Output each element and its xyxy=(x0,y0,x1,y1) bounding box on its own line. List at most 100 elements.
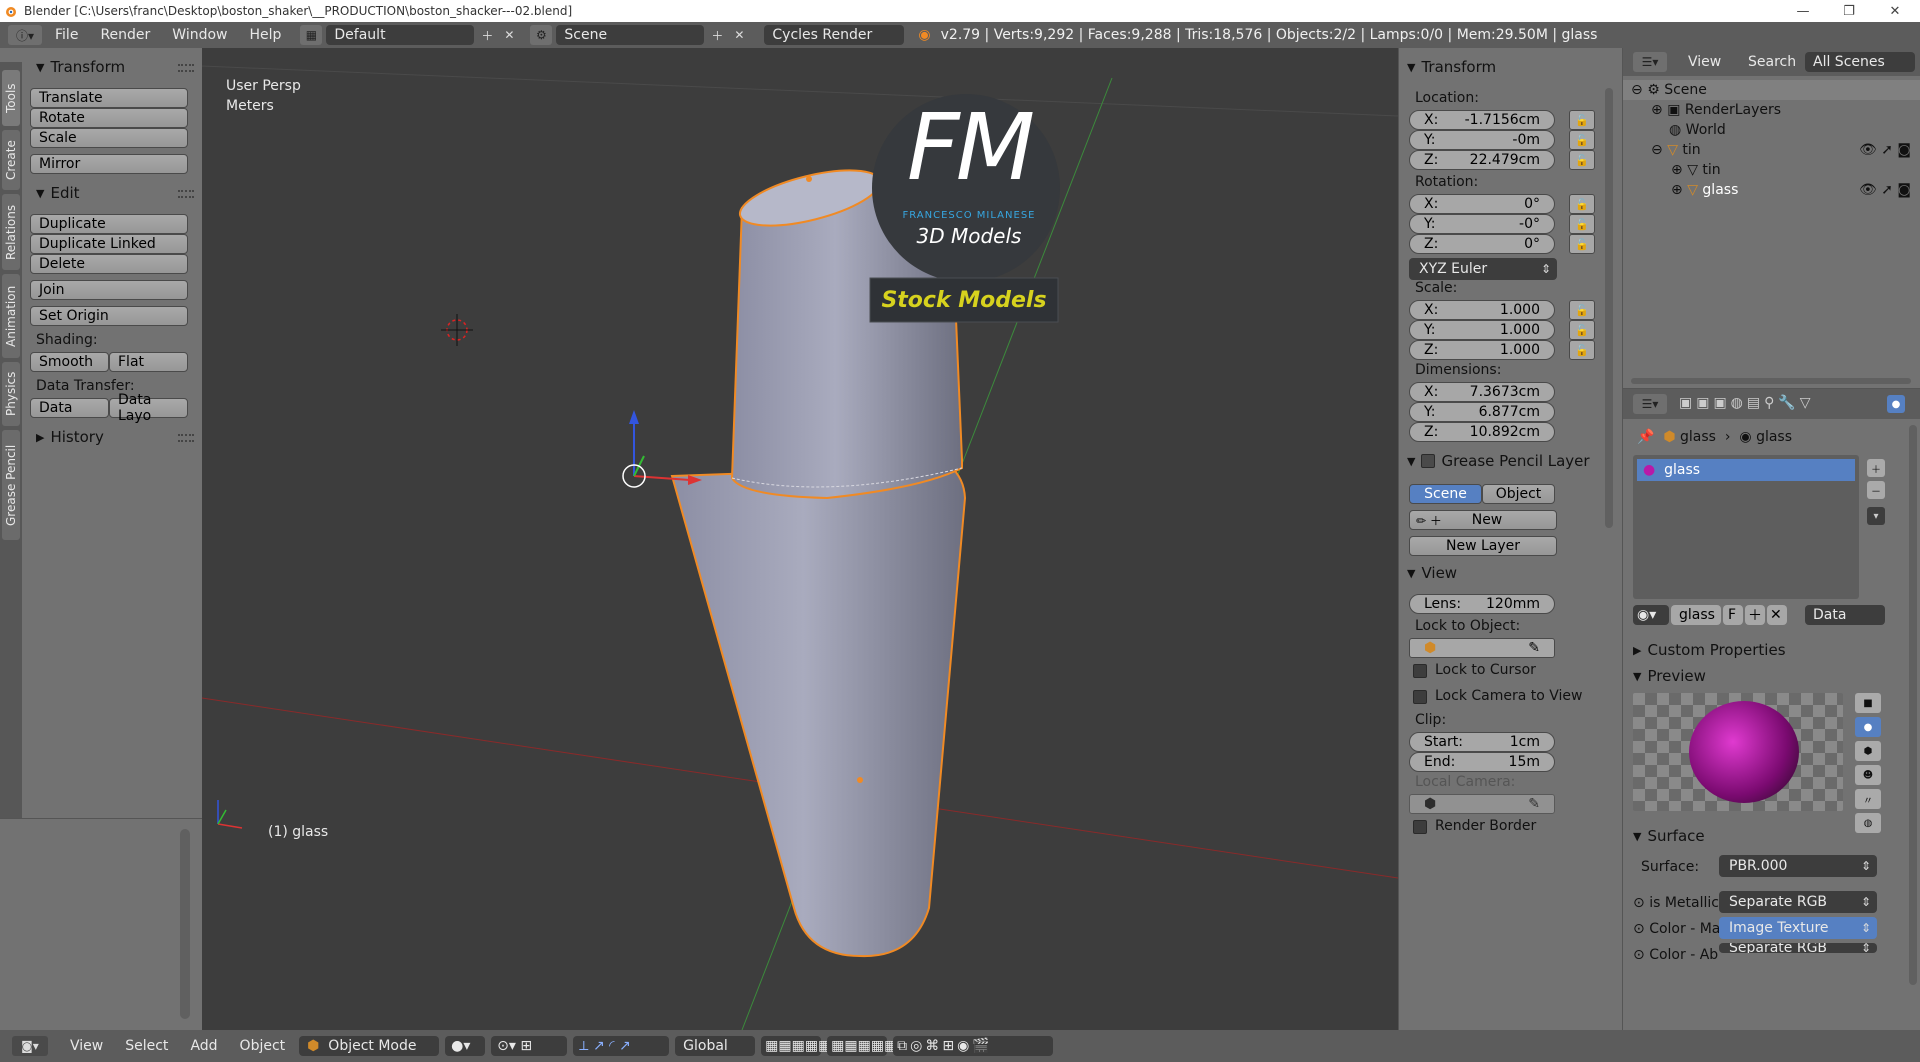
lock-icon[interactable]: 🔓 xyxy=(1569,194,1595,214)
tab-tools[interactable]: Tools xyxy=(2,70,20,126)
panel-preview-header[interactable]: ▼ Preview xyxy=(1633,667,1706,685)
menu-render[interactable]: Render xyxy=(91,27,159,43)
add-slot-icon[interactable]: ＋ xyxy=(1867,459,1885,477)
drag-grip-icon[interactable] xyxy=(178,64,194,72)
data-transfer-button[interactable]: Data xyxy=(30,398,109,418)
flat-button[interactable]: Flat xyxy=(109,352,188,372)
rotation-mode-select[interactable]: XYZ Euler xyxy=(1409,258,1557,280)
eyedropper-icon[interactable]: ✎ xyxy=(1436,640,1540,656)
properties-scrollbar[interactable] xyxy=(1909,425,1917,985)
outliner-item-scene[interactable]: ⊖ ⚙ Scene xyxy=(1623,80,1920,100)
tab-animation[interactable]: Animation xyxy=(2,274,20,358)
layers-grid-2[interactable]: ▦▦▦▦▦ xyxy=(827,1036,897,1056)
screen-layout-field[interactable]: Default xyxy=(326,25,475,45)
editor-type-info-icon[interactable]: ⓘ▾ xyxy=(8,25,42,45)
rotation-y-field[interactable]: Y: -0° xyxy=(1409,214,1555,234)
lens-field[interactable]: Lens: 120mm xyxy=(1409,594,1555,614)
outliner-item-tin-mesh[interactable]: ⊕ ▽ tin xyxy=(1623,160,1920,180)
transform-orientation-select[interactable]: Global xyxy=(675,1036,756,1056)
outliner-item-tin[interactable]: ⊖ ▽ tin 👁 ➚ ◙ xyxy=(1623,140,1920,160)
scale-x-field[interactable]: X: 1.000 xyxy=(1409,300,1555,320)
add-scene-icon[interactable]: ＋ xyxy=(708,25,726,45)
tin-mesh[interactable] xyxy=(670,464,967,958)
panel-history-header[interactable]: ▶ History xyxy=(36,428,104,446)
panel-custom-properties-header[interactable]: ▶ Custom Properties xyxy=(1633,641,1786,659)
set-origin-dropdown[interactable]: Set Origin xyxy=(30,306,188,326)
lock-icon[interactable]: 🔓 xyxy=(1569,320,1595,340)
smooth-button[interactable]: Smooth xyxy=(30,352,109,372)
panel-view-header[interactable]: ▼ View xyxy=(1407,564,1457,582)
pivot-snap-icons[interactable]: ⊙▾ ⊞ xyxy=(491,1036,568,1056)
mirror-button[interactable]: Mirror xyxy=(30,154,188,174)
translate-button[interactable]: Translate xyxy=(30,88,188,108)
manipulator-icons[interactable]: ⟂ ↗ ◜ ↗ xyxy=(573,1036,670,1056)
new-layer-button[interactable]: New Layer xyxy=(1409,536,1557,556)
panel-transform-header[interactable]: ▼ Transform xyxy=(36,58,125,76)
material-name-field[interactable]: glass xyxy=(1671,605,1721,625)
material-browse-icon[interactable]: ◉▾ xyxy=(1633,605,1669,625)
context-tabs[interactable]: ▣▣▣◍▤⚲🔧▽ xyxy=(1679,395,1815,411)
outliner-item-renderlayers[interactable]: ⊕ ▣ RenderLayers xyxy=(1623,100,1920,120)
menu-select[interactable]: Select xyxy=(117,1038,176,1054)
expand-icon[interactable]: ⊕ xyxy=(1671,182,1683,198)
preview-flat-icon[interactable]: ■ xyxy=(1855,693,1881,713)
expand-icon[interactable]: ⊕ xyxy=(1651,102,1663,118)
color-ab-input[interactable]: Separate RGB xyxy=(1719,943,1877,953)
snapping-render-icons[interactable]: ⧉◎⌘⊞◉🎬 xyxy=(893,1036,1054,1056)
material-slot-item[interactable]: ● glass xyxy=(1637,459,1855,481)
grease-object-toggle[interactable]: Object xyxy=(1482,484,1555,504)
panel-grease-pencil-header[interactable]: ▼ Grease Pencil Layer xyxy=(1407,452,1590,470)
tab-grease-pencil[interactable]: Grease Pencil xyxy=(2,430,20,540)
lock-icon[interactable]: 🔓 xyxy=(1569,234,1595,254)
drag-grip-icon[interactable] xyxy=(178,190,194,198)
editor-type-outliner-icon[interactable]: ☰▾ xyxy=(1633,52,1667,72)
tab-create[interactable]: Create xyxy=(2,130,20,190)
duplicate-button[interactable]: Duplicate xyxy=(30,214,188,234)
preview-monkey-icon[interactable]: ☻ xyxy=(1855,765,1881,785)
lock-icon[interactable]: 🔓 xyxy=(1569,214,1595,234)
minimize-button[interactable]: — xyxy=(1780,0,1826,22)
scrollbar[interactable] xyxy=(180,829,190,1019)
link-icon[interactable]: ⊙ xyxy=(1633,895,1645,911)
color-ma-input[interactable]: Image Texture xyxy=(1719,917,1877,939)
editor-type-3dview-icon[interactable]: ◙▾ xyxy=(12,1036,48,1056)
expand-icon[interactable]: ⊕ xyxy=(1671,162,1683,178)
outliner-filter-select[interactable]: All Scenes xyxy=(1805,52,1915,72)
lock-icon[interactable]: 🔓 xyxy=(1569,340,1595,360)
lock-icon[interactable]: 🔓 xyxy=(1569,150,1595,170)
outliner-item-glass[interactable]: ⊕ ▽ glass 👁 ➚ ◙ xyxy=(1623,180,1920,200)
3d-viewport[interactable]: User Persp Meters (1) glass FM FRANCESCO… xyxy=(202,48,1398,1030)
data-layout-button[interactable]: Data Layo xyxy=(109,392,188,424)
outliner-scrollbar[interactable] xyxy=(1631,378,1911,384)
outliner-item-world[interactable]: ◍ World xyxy=(1623,120,1920,140)
location-x-field[interactable]: X: -1.7156cm xyxy=(1409,110,1555,130)
is-metallic-input[interactable]: Separate RGB xyxy=(1719,891,1877,913)
add-layout-icon[interactable]: ＋ xyxy=(478,25,496,45)
maximize-button[interactable]: ❐ xyxy=(1826,0,1872,22)
rotation-x-field[interactable]: X: 0° xyxy=(1409,194,1555,214)
tab-relations[interactable]: Relations xyxy=(2,194,20,270)
lock-camera-checkbox[interactable] xyxy=(1413,690,1427,704)
outliner-search-menu[interactable]: Search xyxy=(1739,54,1805,70)
new-material-icon[interactable]: ＋ xyxy=(1745,605,1765,625)
screen-layout-icon[interactable]: ▦ xyxy=(300,25,323,45)
visibility-icons[interactable]: 👁 ➚ ◙ xyxy=(1859,182,1911,198)
lock-to-cursor-checkbox[interactable] xyxy=(1413,664,1427,678)
fake-user-button[interactable]: F xyxy=(1723,605,1743,625)
preview-world-icon[interactable]: ◍ xyxy=(1855,813,1881,833)
close-window-button[interactable]: ✕ xyxy=(1872,0,1918,22)
link-icon[interactable]: ⊙ xyxy=(1633,947,1645,959)
remove-layout-icon[interactable]: ✕ xyxy=(500,25,518,45)
material-link-select[interactable]: Data xyxy=(1805,605,1885,625)
render-engine-select[interactable]: Cycles Render xyxy=(764,25,905,45)
preview-sphere-icon[interactable]: ● xyxy=(1855,717,1881,737)
panel-surface-header[interactable]: ▼ Surface xyxy=(1633,827,1705,845)
duplicate-linked-button[interactable]: Duplicate Linked xyxy=(30,234,188,254)
menu-object[interactable]: Object xyxy=(232,1038,294,1054)
panel-transform-header[interactable]: ▼ Transform xyxy=(1407,58,1496,76)
render-border-checkbox[interactable] xyxy=(1413,820,1427,834)
dimension-x-field[interactable]: X: 7.3673cm xyxy=(1409,382,1555,402)
lock-icon[interactable]: 🔓 xyxy=(1569,110,1595,130)
lock-icon[interactable]: 🔓 xyxy=(1569,130,1595,150)
rotate-button[interactable]: Rotate xyxy=(30,108,188,128)
